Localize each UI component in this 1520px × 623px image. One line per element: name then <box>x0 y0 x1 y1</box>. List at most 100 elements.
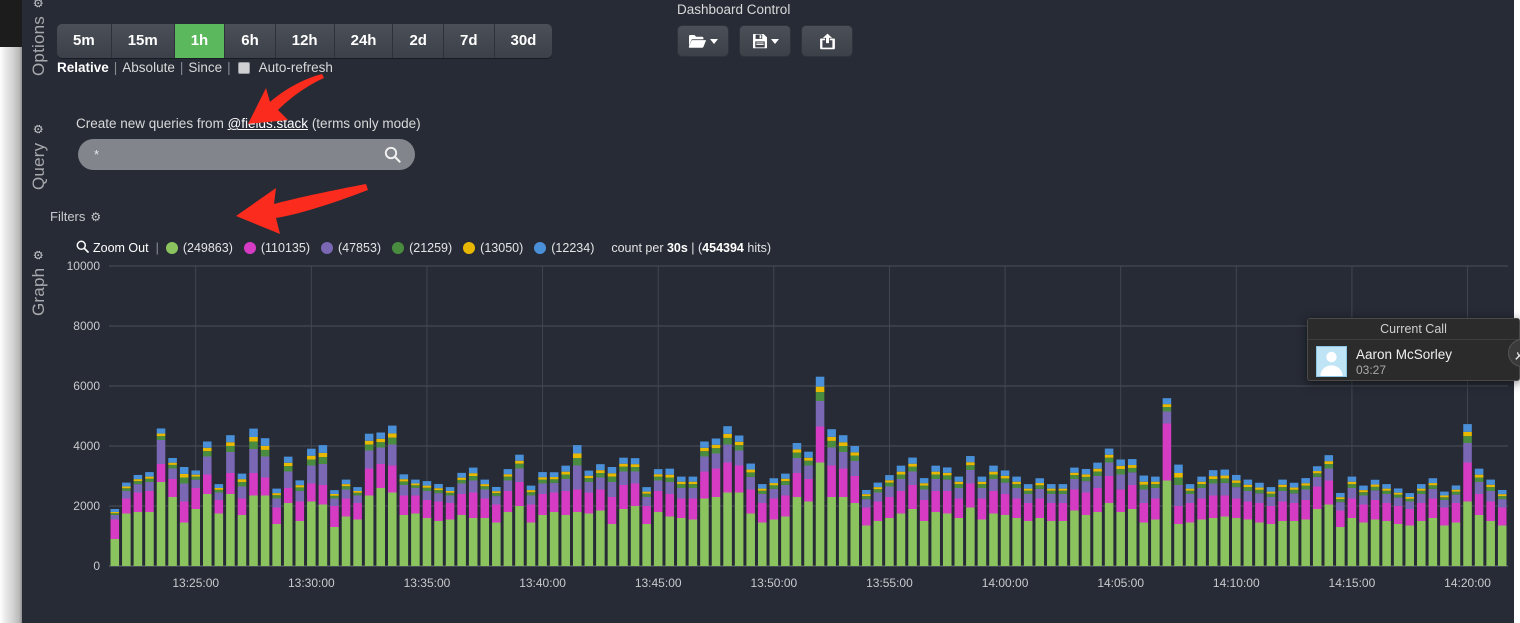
bar-stack[interactable] <box>411 479 420 566</box>
save-dashboard-button[interactable] <box>739 25 791 57</box>
legend-item[interactable]: (12234) <box>534 241 594 255</box>
bar-stack[interactable] <box>1440 491 1449 566</box>
bar-stack[interactable] <box>827 429 836 566</box>
bar-stack[interactable] <box>653 469 663 566</box>
bar-stack[interactable] <box>1139 475 1149 566</box>
bar-stack[interactable] <box>757 484 767 566</box>
bar-stack[interactable] <box>122 482 131 566</box>
bar-stack[interactable] <box>862 489 871 566</box>
sidebar-section-graph[interactable]: Graph ⚙ <box>22 236 56 328</box>
bar-stack[interactable] <box>492 486 501 566</box>
bar-stack[interactable] <box>237 473 247 566</box>
bar-stack[interactable] <box>468 467 478 566</box>
bar-stack[interactable] <box>1474 468 1484 566</box>
bar-stack[interactable] <box>723 426 732 566</box>
bar-stack[interactable] <box>1370 479 1380 566</box>
bar-stack[interactable] <box>214 484 224 566</box>
bar-stack[interactable] <box>1162 398 1172 566</box>
bar-stack[interactable] <box>399 474 409 566</box>
bar-stack[interactable] <box>1243 479 1253 566</box>
bar-stack[interactable] <box>1023 484 1033 566</box>
bar-stack[interactable] <box>202 441 212 567</box>
bar-stack[interactable] <box>1220 469 1230 566</box>
legend-item[interactable]: (110135) <box>243 241 310 255</box>
load-dashboard-button[interactable] <box>677 25 729 57</box>
bar-stack[interactable] <box>526 485 536 566</box>
bar-stack[interactable] <box>387 425 397 566</box>
time-mode-relative[interactable]: Relative <box>57 60 109 75</box>
bar-stack[interactable] <box>584 470 594 566</box>
bar-stack[interactable] <box>642 487 651 566</box>
chart-svg[interactable]: 0 2000 4000 6000 8000 10000 13:25:00 13:30:00 13… <box>56 258 1514 598</box>
bar-stack[interactable] <box>1104 448 1114 566</box>
gear-icon[interactable]: ⚙ <box>32 249 46 260</box>
bar-stack[interactable] <box>1116 459 1125 567</box>
bar-stack[interactable] <box>572 445 582 566</box>
gear-icon[interactable]: ⚙ <box>32 0 46 8</box>
bar-stack[interactable] <box>1035 478 1045 566</box>
bar-stack[interactable] <box>445 487 455 566</box>
bar-stack[interactable] <box>1127 459 1137 566</box>
legend-item[interactable]: (249863) <box>165 241 233 255</box>
time-range-7d[interactable]: 7d <box>443 24 495 58</box>
query-input-container[interactable] <box>78 139 415 170</box>
zoom-out-button[interactable]: Zoom Out <box>76 240 149 256</box>
bar-stack[interactable] <box>607 467 617 566</box>
bar-stack[interactable] <box>1428 478 1438 566</box>
legend-item[interactable]: (21259) <box>392 241 452 255</box>
bar-stack[interactable] <box>1405 493 1415 566</box>
bar-stack[interactable] <box>804 451 813 566</box>
bar-stack[interactable] <box>711 438 721 567</box>
bar-stack[interactable] <box>1289 482 1299 566</box>
bar-stack[interactable] <box>549 472 559 566</box>
bar-stack[interactable] <box>1012 476 1021 566</box>
bar-stack[interactable] <box>272 488 281 566</box>
bar-stack[interactable] <box>1347 476 1357 566</box>
bar-stack[interactable] <box>1336 492 1345 566</box>
bar-stack[interactable] <box>815 376 825 566</box>
bar-stack[interactable] <box>226 435 235 566</box>
bar-stack[interactable] <box>1417 484 1426 566</box>
bar-stack[interactable] <box>1486 479 1495 566</box>
bar-stack[interactable] <box>596 464 605 566</box>
bar-stack[interactable] <box>1359 485 1368 566</box>
bar-stack[interactable] <box>503 469 513 566</box>
bar-stack[interactable] <box>1451 485 1461 566</box>
bar-stack[interactable] <box>1255 482 1264 566</box>
bar-stack[interactable] <box>191 470 200 566</box>
time-range-6h[interactable]: 6h <box>225 24 276 58</box>
bar-stack[interactable] <box>1093 462 1102 566</box>
bar-stack[interactable] <box>630 458 640 566</box>
bar-stack[interactable] <box>977 476 987 566</box>
bar-stack[interactable] <box>1174 464 1183 566</box>
bar-stack[interactable] <box>364 433 374 566</box>
time-range-24h[interactable]: 24h <box>334 24 394 58</box>
bar-stack[interactable] <box>1000 470 1010 566</box>
bar-stack[interactable] <box>769 478 779 566</box>
bar-stack[interactable] <box>318 445 328 566</box>
bar-stack[interactable] <box>873 482 883 566</box>
share-dashboard-button[interactable] <box>801 25 853 57</box>
bar-stack[interactable] <box>538 472 547 566</box>
bar-stack[interactable] <box>376 432 385 567</box>
bar-stack[interactable] <box>283 456 293 566</box>
bar-stack[interactable] <box>885 475 894 566</box>
gear-icon[interactable]: ⚙ <box>32 124 46 135</box>
time-range-12h[interactable]: 12h <box>275 24 335 58</box>
time-range-selector[interactable]: 5m 15m 1h 6h 12h 24h 2d 7d 30d <box>57 24 553 58</box>
histogram-chart[interactable]: 0 2000 4000 6000 8000 10000 13:25:00 13:30:00 13… <box>56 258 1514 598</box>
bar-stack[interactable] <box>515 454 524 566</box>
bar-stack[interactable] <box>1197 476 1206 566</box>
bar-stack[interactable] <box>1312 466 1322 566</box>
bar-stack[interactable] <box>1278 479 1287 566</box>
bar-stack[interactable] <box>156 428 166 566</box>
bar-stack[interactable] <box>619 457 628 566</box>
time-mode-absolute[interactable]: Absolute <box>122 60 175 75</box>
time-mode-since[interactable]: Since <box>188 60 222 75</box>
bar-stack[interactable] <box>966 456 975 566</box>
bar-stack[interactable] <box>850 446 860 566</box>
bar-stack[interactable] <box>179 467 189 566</box>
bar-stack[interactable] <box>1497 489 1507 566</box>
bar-stack[interactable] <box>341 479 351 566</box>
bar-stack[interactable] <box>1058 484 1068 566</box>
